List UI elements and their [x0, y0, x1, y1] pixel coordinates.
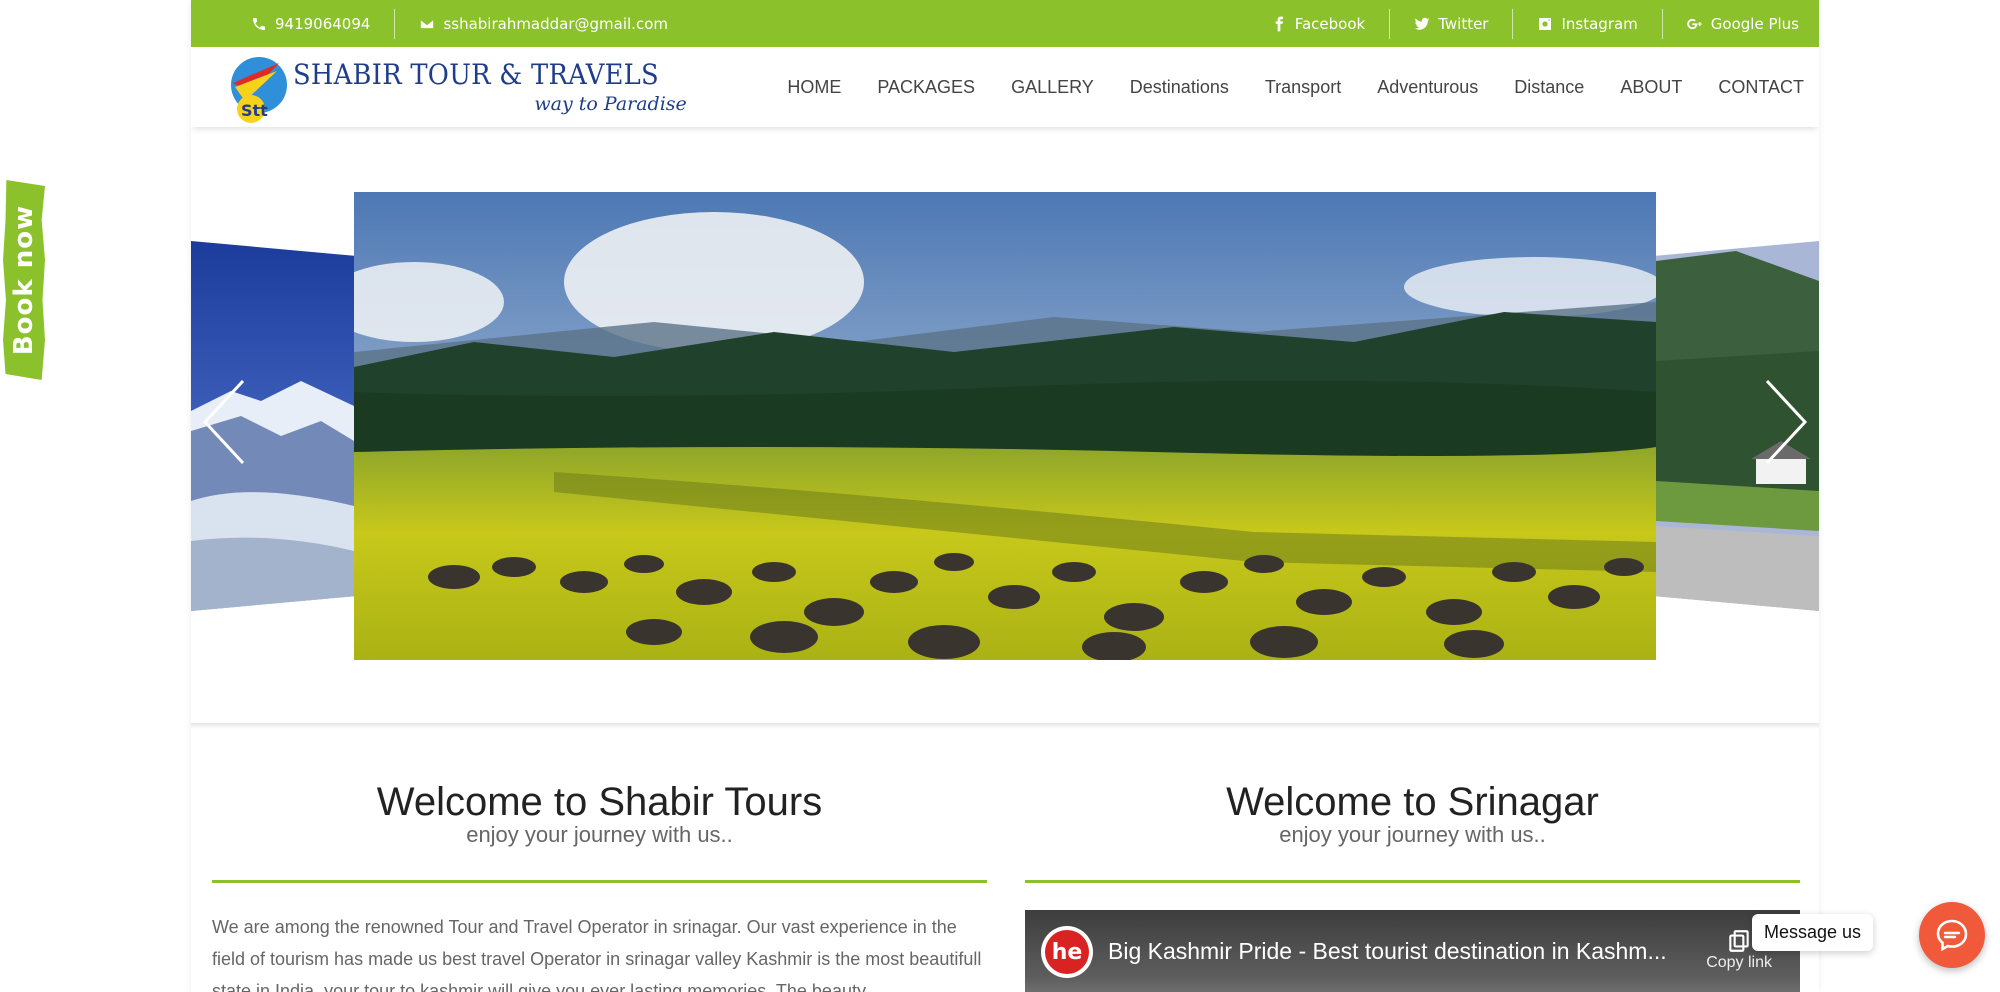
instagram-icon [1537, 16, 1553, 32]
facebook-link[interactable]: Facebook [1247, 9, 1389, 39]
copy-icon [1729, 930, 1749, 952]
nav-distance[interactable]: Distance [1496, 77, 1602, 98]
welcome-shabir-title: Welcome to Shabir Tours [376, 780, 823, 824]
welcome-shabir-subtitle: enjoy your journey with us.. [466, 822, 733, 847]
twitter-icon [1414, 16, 1430, 32]
copy-link-label: Copy link [1706, 954, 1772, 971]
channel-avatar[interactable]: he [1041, 926, 1093, 978]
twitter-label: Twitter [1438, 14, 1489, 33]
chat-bubble-icon [1936, 919, 1968, 952]
nav-packages[interactable]: PACKAGES [859, 77, 993, 98]
welcome-shabir-section: Welcome to Shabir Tours enjoy your journ… [212, 780, 987, 992]
phone-icon [251, 16, 267, 32]
messenger-chat-button[interactable] [1919, 902, 1985, 968]
nav-adventurous[interactable]: Adventurous [1359, 77, 1496, 98]
google-plus-link[interactable]: Google Plus [1663, 9, 1803, 39]
welcome-srinagar-subtitle: enjoy your journey with us.. [1279, 822, 1546, 847]
logo-tagline: way to Paradise [534, 92, 687, 115]
welcome-srinagar-section: Welcome to Srinagar enjoy your journey w… [1025, 780, 1800, 992]
welcome-srinagar-title: Welcome to Srinagar [1226, 780, 1599, 824]
envelope-icon [419, 16, 435, 32]
nav-about[interactable]: ABOUT [1602, 77, 1700, 98]
green-rule [1025, 880, 1800, 883]
facebook-label: Facebook [1294, 14, 1366, 33]
nav-home[interactable]: HOME [769, 77, 859, 98]
nav-destinations[interactable]: Destinations [1112, 77, 1247, 98]
logo-emblem: Stt [231, 57, 287, 123]
green-rule [212, 880, 987, 883]
logo-mark-text: Stt [241, 101, 268, 120]
book-now-tab[interactable]: Book now [3, 180, 45, 380]
nav-contact[interactable]: CONTACT [1700, 77, 1804, 98]
google-plus-icon [1686, 16, 1703, 32]
logo-title: SHABIR TOUR & TRAVELS [293, 57, 659, 91]
phone-contact[interactable]: 9419064094 [251, 9, 394, 39]
hero-slider [191, 127, 1819, 727]
main-nav: HOME PACKAGES GALLERY Destinations Trans… [769, 77, 1804, 98]
book-now-label: Book now [9, 204, 39, 356]
section-divider [191, 723, 1819, 729]
page-container: 9419064094 sshabirahmaddar@gmail.com Fac… [191, 0, 1819, 992]
welcome-shabir-body: We are among the renowned Tour and Trave… [212, 917, 982, 992]
phone-number: 9419064094 [275, 14, 371, 33]
nav-gallery[interactable]: GALLERY [993, 77, 1112, 98]
message-us-tooltip[interactable]: Message us [1752, 914, 1874, 951]
channel-logo-text: he [1045, 930, 1089, 974]
youtube-video-embed[interactable]: he Big Kashmir Pride - Best tourist dest… [1025, 910, 1800, 992]
slide-active[interactable] [354, 192, 1656, 660]
site-header: Stt SHABIR TOUR & TRAVELS way to Paradis… [191, 47, 1819, 127]
email-address: sshabirahmaddar@gmail.com [443, 14, 668, 33]
instagram-link[interactable]: Instagram [1513, 9, 1661, 39]
site-logo[interactable]: Stt SHABIR TOUR & TRAVELS way to Paradis… [221, 49, 691, 125]
instagram-label: Instagram [1561, 14, 1638, 33]
google-plus-label: Google Plus [1710, 14, 1799, 33]
email-contact[interactable]: sshabirahmaddar@gmail.com [395, 9, 692, 39]
video-title[interactable]: Big Kashmir Pride - Best tourist destina… [1108, 938, 1667, 965]
slider-prev-arrow-icon[interactable] [199, 377, 249, 467]
twitter-link[interactable]: Twitter [1390, 9, 1512, 39]
top-bar: 9419064094 sshabirahmaddar@gmail.com Fac… [191, 0, 1819, 47]
nav-transport[interactable]: Transport [1247, 77, 1359, 98]
slider-next-arrow-icon[interactable] [1761, 377, 1811, 467]
facebook-icon [1271, 16, 1287, 32]
